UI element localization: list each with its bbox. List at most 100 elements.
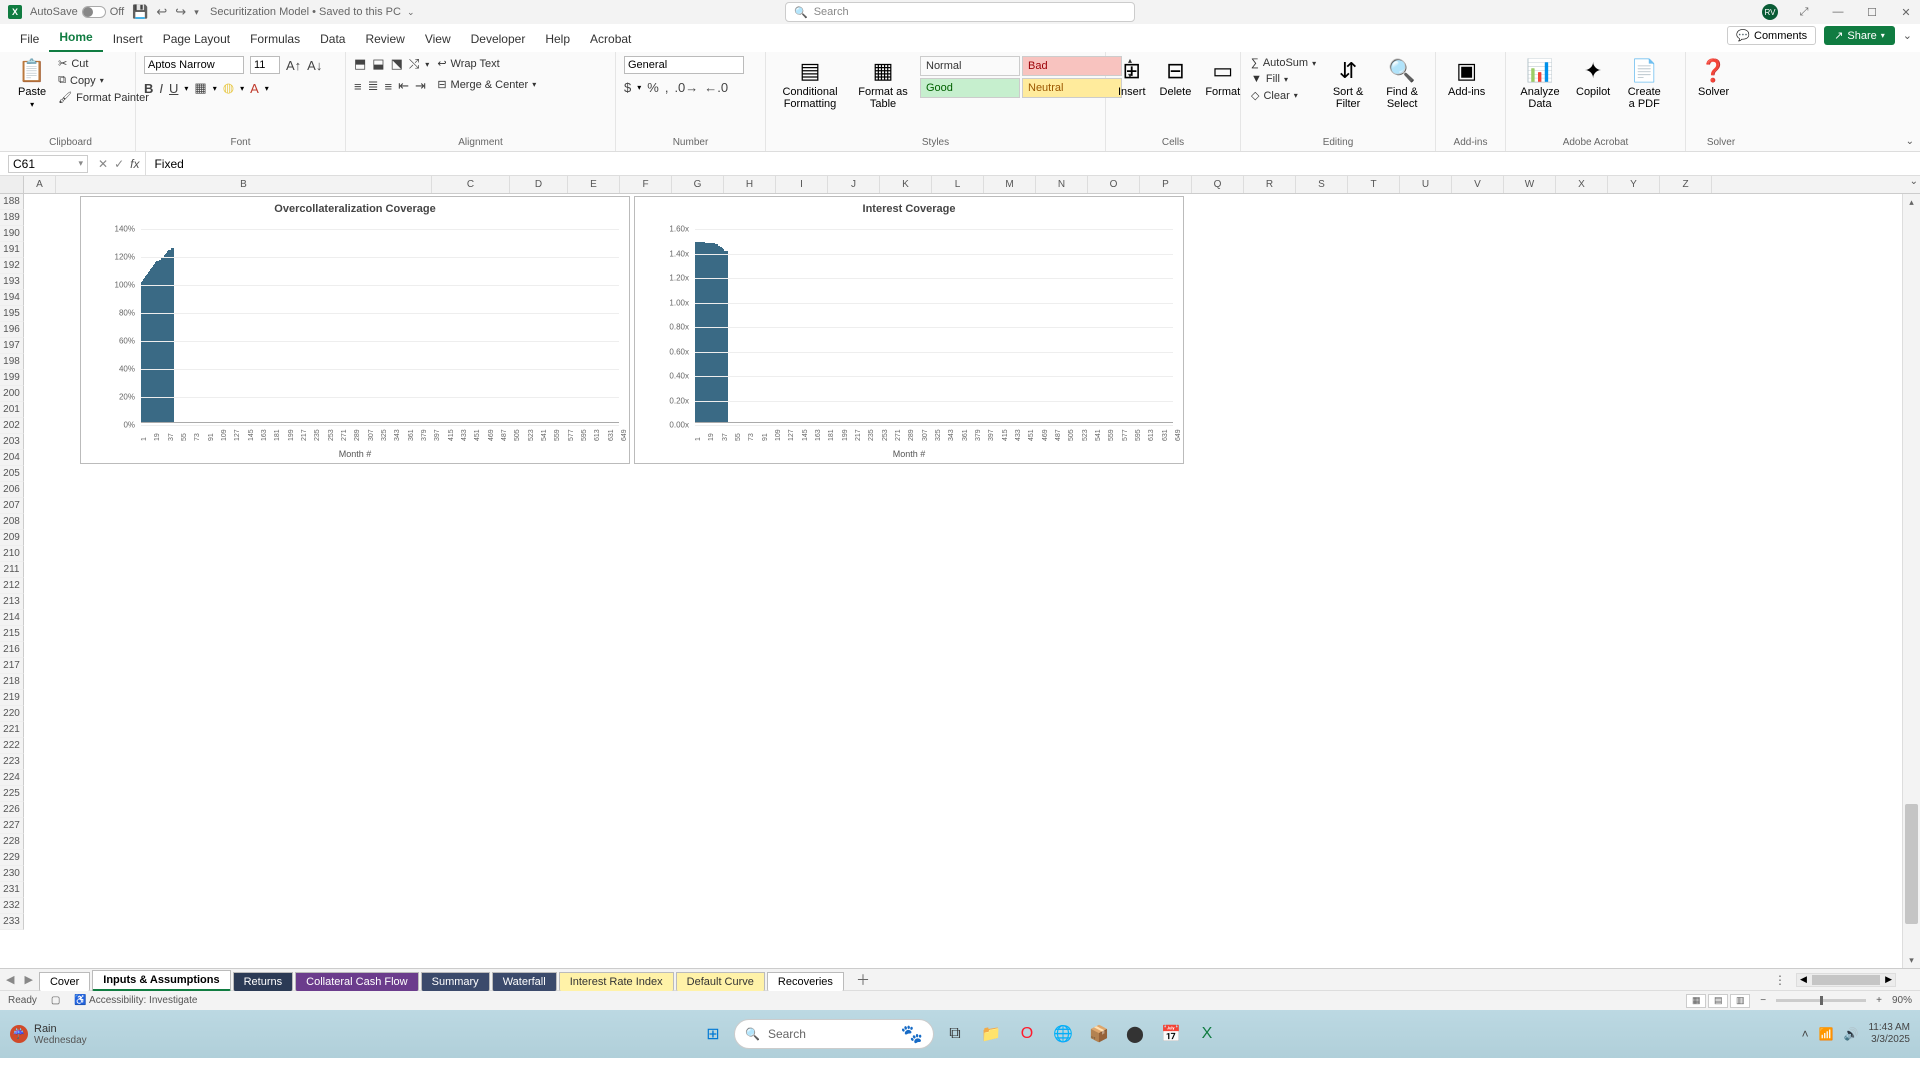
view-normal-icon[interactable]: ▦	[1686, 994, 1706, 1008]
row-header[interactable]: 207	[0, 498, 24, 514]
hscroll-right-icon[interactable]: ▶	[1882, 974, 1895, 985]
chevron-down-icon[interactable]: ▾	[637, 83, 641, 92]
save-icon[interactable]: 💾	[132, 4, 148, 20]
row-header[interactable]: 198	[0, 354, 24, 370]
column-header[interactable]: R	[1244, 176, 1296, 193]
solver-button[interactable]: ❓Solver	[1694, 56, 1733, 100]
row-header[interactable]: 209	[0, 530, 24, 546]
font-name-input[interactable]	[144, 56, 244, 74]
qat-customize-icon[interactable]: ▾	[194, 7, 199, 18]
wifi-icon[interactable]: 📶	[1819, 1027, 1834, 1041]
row-header[interactable]: 202	[0, 418, 24, 434]
scroll-down-icon[interactable]: ▾	[1903, 952, 1920, 968]
column-header[interactable]: C	[432, 176, 510, 193]
increase-indent-icon[interactable]: ⇥	[415, 78, 426, 94]
column-header[interactable]: F	[620, 176, 672, 193]
format-as-table-button[interactable]: ▦Format as Table	[852, 56, 914, 112]
add-sheet-button[interactable]: ＋	[846, 970, 880, 990]
column-header[interactable]: B	[56, 176, 432, 193]
column-header[interactable]: P	[1140, 176, 1192, 193]
row-header[interactable]: 210	[0, 546, 24, 562]
tab-home[interactable]: Home	[49, 24, 102, 52]
percent-icon[interactable]: %	[647, 80, 659, 95]
row-header[interactable]: 217	[0, 658, 24, 674]
chevron-down-icon[interactable]: ▾	[240, 84, 244, 93]
column-header[interactable]: M	[984, 176, 1036, 193]
merge-center-button[interactable]: ⊟Merge & Center▾	[435, 77, 538, 92]
row-header[interactable]: 205	[0, 466, 24, 482]
format-cells-button[interactable]: ▭Format	[1201, 56, 1244, 100]
decrease-indent-icon[interactable]: ⇤	[398, 78, 409, 94]
font-size-input[interactable]	[250, 56, 280, 74]
zoom-in-icon[interactable]: +	[1876, 995, 1882, 1006]
horizontal-scrollbar[interactable]: ◀ ▶	[1796, 973, 1896, 987]
italic-icon[interactable]: I	[159, 81, 163, 96]
zoom-slider[interactable]	[1776, 999, 1866, 1002]
align-center-icon[interactable]: ≣	[368, 78, 379, 94]
chevron-down-icon[interactable]: ⌄	[407, 7, 415, 18]
column-header[interactable]: Y	[1608, 176, 1660, 193]
task-view-icon[interactable]: ⧉	[940, 1019, 970, 1049]
accessibility-status[interactable]: ♿ Accessibility: Investigate	[74, 995, 197, 1006]
chevron-down-icon[interactable]: ▾	[184, 84, 188, 93]
column-header[interactable]: Z	[1660, 176, 1712, 193]
column-header[interactable]: J	[828, 176, 880, 193]
column-header[interactable]: A	[24, 176, 56, 193]
column-header[interactable]: U	[1400, 176, 1452, 193]
paste-button[interactable]: 📋 Paste ▾	[14, 56, 50, 111]
row-header[interactable]: 190	[0, 226, 24, 242]
avatar[interactable]: RV	[1762, 4, 1778, 20]
volume-icon[interactable]: 🔊	[1844, 1027, 1859, 1041]
chevron-down-icon[interactable]: ▾	[213, 84, 217, 93]
scroll-up-icon[interactable]: ▴	[1903, 194, 1920, 210]
sheet-tab[interactable]: Collateral Cash Flow	[295, 972, 418, 991]
row-header[interactable]: 222	[0, 738, 24, 754]
row-header[interactable]: 230	[0, 866, 24, 882]
row-header[interactable]: 212	[0, 578, 24, 594]
search-input[interactable]: 🔍 Search	[785, 2, 1135, 22]
sheet-tab[interactable]: Recoveries	[767, 972, 844, 991]
tab-page-layout[interactable]: Page Layout	[153, 26, 240, 52]
row-header[interactable]: 208	[0, 514, 24, 530]
bold-icon[interactable]: B	[144, 81, 153, 96]
clear-button[interactable]: ◇Clear▾	[1249, 88, 1318, 103]
tab-view[interactable]: View	[415, 26, 461, 52]
fill-button[interactable]: ▼Fill▾	[1249, 72, 1318, 86]
comma-icon[interactable]: ,	[665, 80, 669, 95]
row-header[interactable]: 226	[0, 802, 24, 818]
create-pdf-button[interactable]: 📄Create a PDF	[1620, 56, 1668, 112]
column-header[interactable]: O	[1088, 176, 1140, 193]
app-icon[interactable]: ⬤	[1120, 1019, 1150, 1049]
row-header[interactable]: 219	[0, 690, 24, 706]
tab-data[interactable]: Data	[310, 26, 355, 52]
underline-icon[interactable]: U	[169, 81, 178, 96]
hscroll-left-icon[interactable]: ◀	[1797, 974, 1810, 985]
border-icon[interactable]: ▦	[194, 80, 206, 96]
sheet-tab-options-icon[interactable]: ⋮	[1774, 973, 1786, 987]
row-header[interactable]: 229	[0, 850, 24, 866]
ribbon-collapse-icon[interactable]: ⌄	[1906, 136, 1914, 147]
row-header[interactable]: 200	[0, 386, 24, 402]
sheet-tab[interactable]: Interest Rate Index	[559, 972, 674, 991]
analyze-data-button[interactable]: 📊Analyze Data	[1514, 56, 1566, 112]
row-header[interactable]: 193	[0, 274, 24, 290]
weather-widget[interactable]: ☔ Rain Wednesday	[10, 1023, 87, 1046]
fill-color-icon[interactable]: ◍	[223, 80, 234, 96]
zoom-out-icon[interactable]: −	[1760, 995, 1766, 1006]
macro-record-icon[interactable]: ▢	[51, 995, 60, 1006]
file-explorer-icon[interactable]: 📁	[976, 1019, 1006, 1049]
cancel-formula-icon[interactable]: ✕	[98, 157, 108, 171]
orientation-icon[interactable]: ⤭	[409, 56, 419, 72]
column-header[interactable]: S	[1296, 176, 1348, 193]
delete-cells-button[interactable]: ⊟Delete	[1156, 56, 1196, 100]
copilot-button[interactable]: ✦Copilot	[1572, 56, 1614, 100]
increase-font-icon[interactable]: A↑	[286, 58, 301, 73]
row-header[interactable]: 223	[0, 754, 24, 770]
sheet-nav-prev-icon[interactable]: ◀	[6, 973, 14, 986]
column-header[interactable]: D	[510, 176, 568, 193]
row-header[interactable]: 214	[0, 610, 24, 626]
zoom-level[interactable]: 90%	[1892, 995, 1912, 1006]
row-header[interactable]: 211	[0, 562, 24, 578]
taskbar-search[interactable]: 🔍 Search 🐾	[734, 1019, 934, 1049]
tab-acrobat[interactable]: Acrobat	[580, 26, 641, 52]
